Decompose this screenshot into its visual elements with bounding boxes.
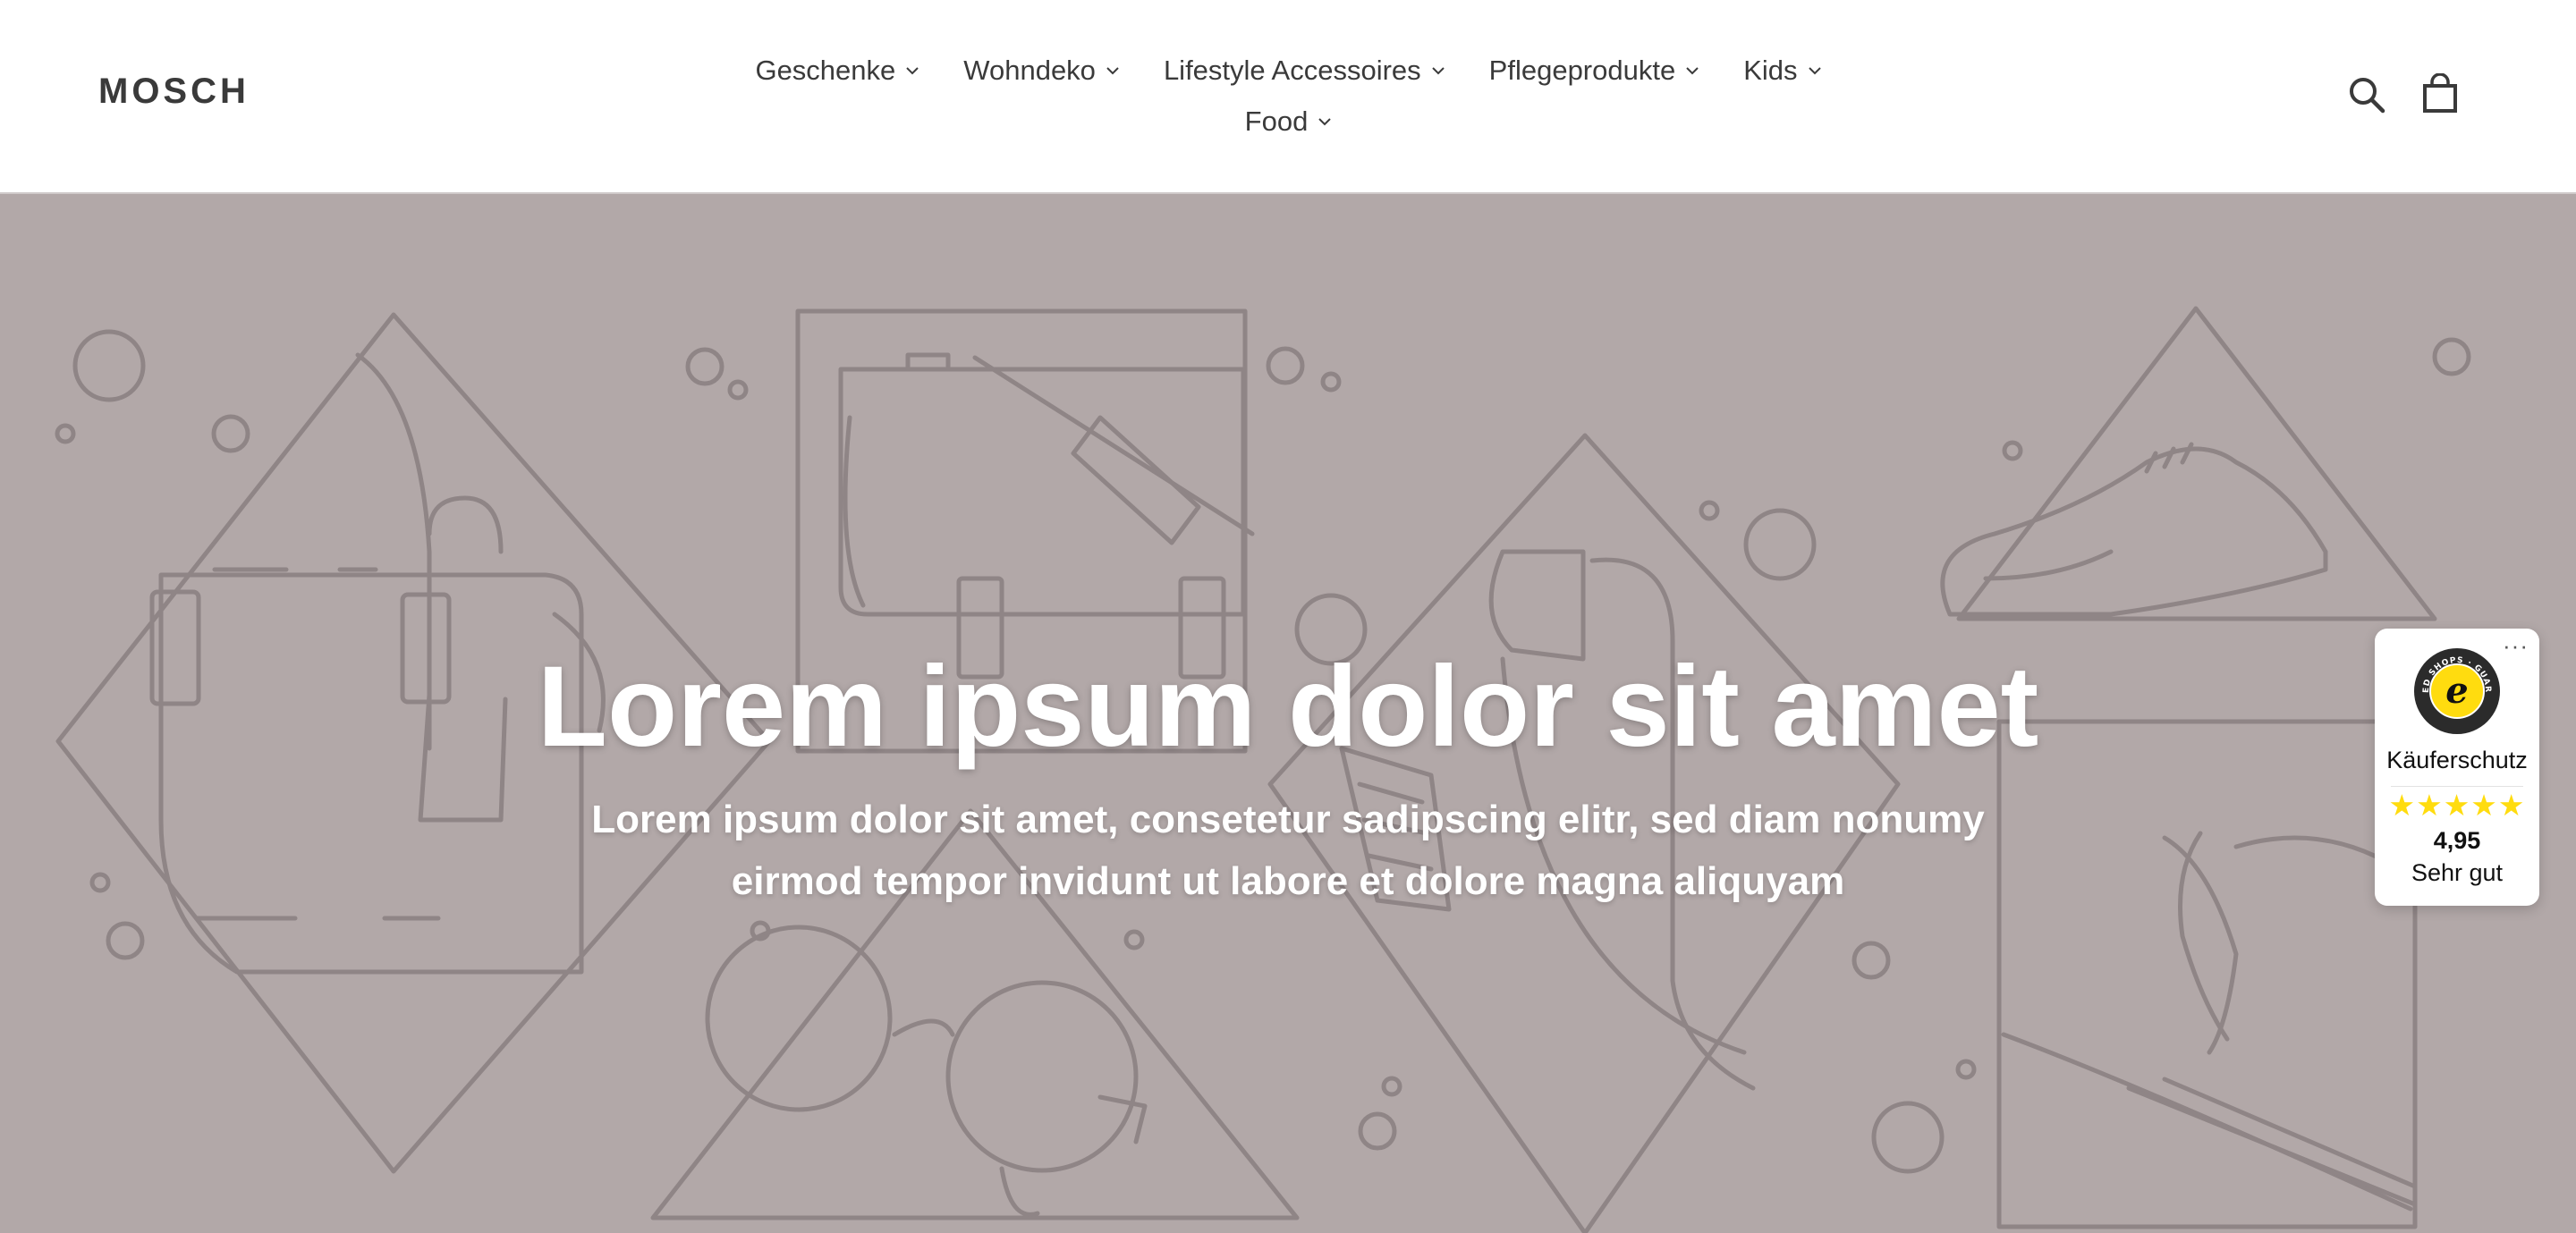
rating-stars: ★★★★★	[2388, 789, 2526, 822]
chevron-down-icon	[1318, 117, 1332, 125]
chevron-down-icon	[906, 66, 919, 74]
site-header: MOSCH Geschenke Wohndeko Lifestyle Acces…	[0, 0, 2576, 194]
search-icon[interactable]	[2347, 75, 2388, 116]
chevron-down-icon	[1686, 66, 1699, 74]
chevron-down-icon	[1106, 66, 1119, 74]
nav-item-kids[interactable]: Kids	[1743, 54, 1821, 87]
nav-item-wohndeko[interactable]: Wohndeko	[963, 55, 1119, 87]
hero-banner: Lorem ipsum dolor sit amet Lorem ipsum d…	[0, 194, 2576, 1233]
nav-item-label: Kids	[1743, 54, 1798, 86]
badge-divider	[2391, 786, 2523, 787]
hero-subtitle-line-2: eirmod tempor invidunt ut labore et dolo…	[731, 859, 1845, 903]
nav-row-2: Food	[716, 96, 1860, 147]
badge-menu-icon[interactable]: ···	[2503, 632, 2529, 660]
nav-item-pflegeprodukte[interactable]: Pflegeprodukte	[1489, 55, 1699, 87]
nav-item-food[interactable]: Food	[1245, 106, 1332, 138]
nav-item-label: Pflegeprodukte	[1488, 54, 1676, 86]
nav-item-lifestyle-accessoires[interactable]: Lifestyle Accessoires	[1164, 55, 1445, 87]
nav-item-label: Food	[1244, 105, 1309, 137]
badge-label: Käuferschutz	[2386, 747, 2528, 773]
chevron-down-icon	[1431, 66, 1445, 74]
trusted-shops-badge[interactable]: ··· e TRUSTED SHOPS · GUARANTEE Käufersc…	[2375, 629, 2539, 906]
rating-score: 4,95	[2433, 827, 2481, 854]
chevron-down-icon	[1808, 66, 1821, 74]
nav-item-label: Lifestyle Accessoires	[1163, 54, 1421, 86]
cart-icon[interactable]	[2419, 73, 2461, 114]
hero-title: Lorem ipsum dolor sit amet	[537, 643, 2039, 771]
nav-item-geschenke[interactable]: Geschenke	[755, 55, 919, 87]
trusted-shops-seal: e TRUSTED SHOPS · GUARANTEE	[2412, 646, 2500, 734]
hero-subtitle-line-1: Lorem ipsum dolor sit amet, consetetur s…	[591, 798, 1985, 841]
hero-subtitle: Lorem ipsum dolor sit amet, consetetur s…	[537, 789, 2039, 912]
nav-row-1: Geschenke Wohndeko Lifestyle Accessoires…	[716, 45, 1860, 96]
seal-letter: e	[2445, 670, 2468, 712]
main-navigation: Geschenke Wohndeko Lifestyle Accessoires…	[716, 45, 1860, 147]
nav-item-label: Wohndeko	[963, 54, 1096, 86]
rating-text: Sehr gut	[2411, 859, 2504, 886]
brand-logo[interactable]: MOSCH	[98, 72, 250, 112]
nav-item-label: Geschenke	[755, 54, 896, 86]
